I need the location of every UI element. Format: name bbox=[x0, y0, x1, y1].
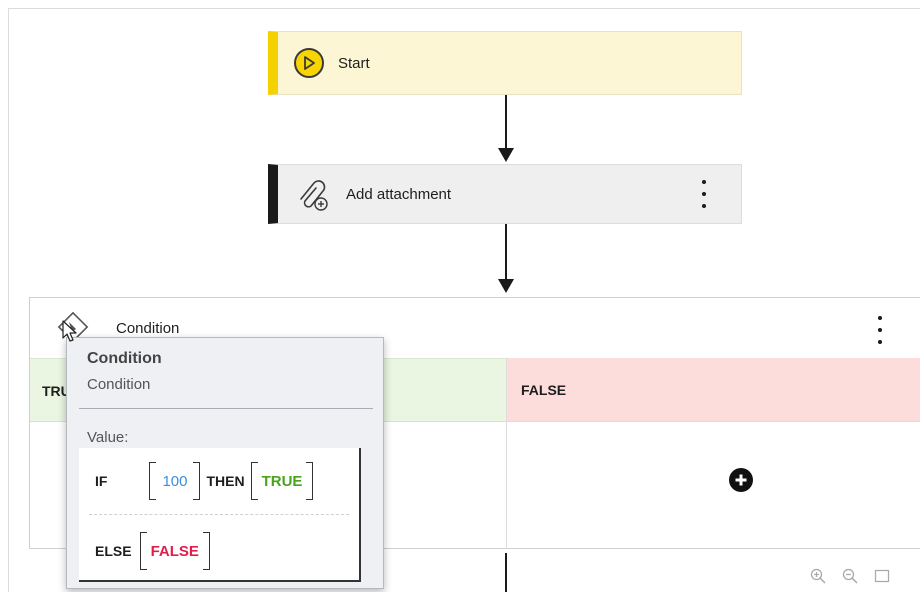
mouse-cursor-icon bbox=[62, 320, 78, 349]
false-branch-label: FALSE bbox=[521, 382, 567, 398]
connector-line bbox=[505, 224, 507, 280]
false-branch-body bbox=[506, 422, 920, 549]
zoom-out-icon[interactable] bbox=[842, 568, 858, 589]
connector-line bbox=[505, 95, 507, 149]
condition-tooltip: Condition Condition Value: IF 100 THEN T… bbox=[66, 337, 384, 589]
connector-arrowhead bbox=[498, 148, 514, 162]
bracket-right bbox=[306, 462, 314, 500]
connector-arrowhead bbox=[498, 279, 514, 293]
paperclip-plus-icon bbox=[294, 175, 332, 213]
condition-expression: IF 100 THEN TRUE ELSE FALSE bbox=[79, 448, 361, 582]
bracket-right bbox=[202, 532, 210, 570]
bracket-left bbox=[250, 462, 258, 500]
zoom-in-icon[interactable] bbox=[810, 568, 826, 589]
start-node[interactable]: Start bbox=[268, 31, 742, 95]
else-keyword: ELSE bbox=[95, 543, 132, 559]
start-node-label: Start bbox=[338, 54, 370, 72]
more-options-icon[interactable] bbox=[874, 316, 886, 344]
false-branch-header: FALSE bbox=[506, 358, 920, 422]
add-attachment-node[interactable]: Add attachment bbox=[268, 164, 742, 224]
play-circle-icon bbox=[294, 48, 324, 78]
bracket-left bbox=[139, 532, 147, 570]
tooltip-divider bbox=[79, 408, 373, 409]
tooltip-title: Condition bbox=[87, 350, 162, 367]
if-keyword: IF bbox=[95, 473, 108, 489]
more-options-icon[interactable] bbox=[698, 180, 710, 208]
expression-separator bbox=[89, 514, 349, 515]
plus-circle-icon[interactable] bbox=[729, 468, 753, 492]
bracket-left bbox=[149, 462, 157, 500]
connector-line bbox=[505, 553, 507, 592]
add-attachment-label: Add attachment bbox=[346, 185, 452, 203]
expression-if-row: IF 100 THEN TRUE bbox=[79, 462, 359, 500]
then-value: TRUE bbox=[261, 472, 303, 490]
then-keyword: THEN bbox=[206, 473, 245, 489]
if-value: 100 bbox=[162, 472, 188, 490]
condition-title: Condition bbox=[116, 320, 180, 337]
tooltip-value-label: Value: bbox=[87, 429, 129, 446]
zoom-controls bbox=[810, 564, 920, 592]
bracket-right bbox=[193, 462, 201, 500]
expression-else-row: ELSE FALSE bbox=[79, 532, 359, 570]
tooltip-subtitle: Condition bbox=[87, 376, 151, 393]
else-value: FALSE bbox=[150, 542, 199, 560]
fit-view-icon[interactable] bbox=[874, 568, 890, 589]
